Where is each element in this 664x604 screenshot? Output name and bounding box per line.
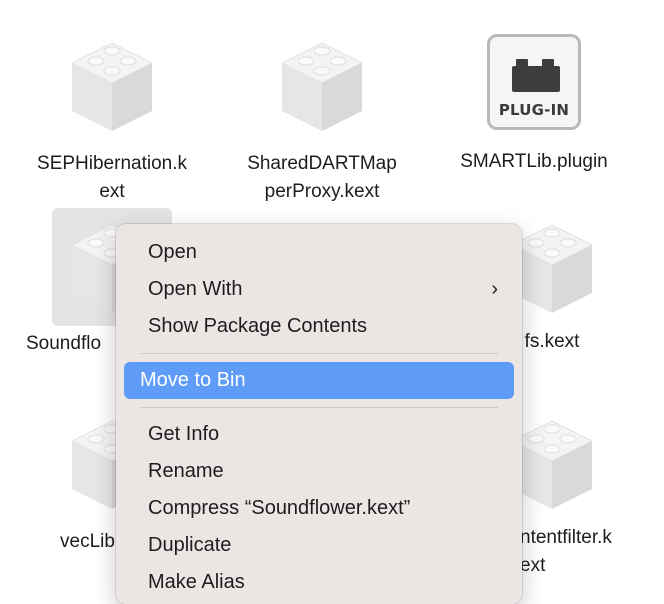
menu-item-get-info[interactable]: Get Info <box>124 416 514 453</box>
chevron-right-icon: › <box>491 278 498 300</box>
menu-item-label: Get Info <box>148 423 220 445</box>
file-name-line: ext <box>99 181 125 202</box>
menu-item-label: Duplicate <box>148 534 232 556</box>
menu-separator <box>140 407 498 408</box>
menu-item-move-to-bin[interactable]: Move to Bin <box>124 362 514 399</box>
menu-item-show-package-contents[interactable]: Show Package Contents <box>124 308 514 345</box>
menu-item-make-alias[interactable]: Make Alias <box>124 564 514 601</box>
menu-item-label: Move to Bin <box>140 369 246 391</box>
file-name-line: SharedDARTMap <box>247 153 397 174</box>
kext-bundle-icon <box>70 42 154 131</box>
menu-item-compress[interactable]: Compress “Soundflower.kext” <box>124 490 514 527</box>
file-name-line: ext <box>520 555 546 576</box>
menu-item-open[interactable]: Open <box>124 234 514 271</box>
file-smartlib-plugin[interactable]: PLUG-IN SMARTLib.plugin <box>444 22 624 176</box>
plugin-badge-label: PLUG-IN <box>498 101 570 119</box>
menu-item-label: Open With <box>148 278 243 300</box>
context-menu: Open Open With › Show Package Contents M… <box>116 224 522 604</box>
menu-item-duplicate[interactable]: Duplicate <box>124 527 514 564</box>
file-name-line: ntentfilter.k <box>520 527 612 548</box>
menu-item-label: Make Alias <box>148 571 245 593</box>
file-name-line: perProxy.kext <box>264 181 380 202</box>
kext-bundle-icon <box>280 42 364 131</box>
menu-item-rename[interactable]: Rename <box>124 453 514 490</box>
file-name-line: SMARTLib.plugin <box>460 151 608 172</box>
file-name[interactable]: SharedDARTMap perProxy.kext <box>232 150 412 206</box>
menu-item-label: Open <box>148 241 197 263</box>
file-shareddartmapperproxy[interactable]: SharedDARTMap perProxy.kext <box>232 26 412 206</box>
menu-item-label: Rename <box>148 460 224 482</box>
file-sephibernation[interactable]: SEPHibernation.k ext <box>22 26 202 206</box>
file-name[interactable]: SEPHibernation.k ext <box>22 150 202 206</box>
menu-separator <box>140 353 498 354</box>
menu-item-label: Show Package Contents <box>148 315 368 337</box>
plugin-icon: PLUG-IN <box>474 22 594 142</box>
kext-icon <box>52 26 172 144</box>
brick-icon <box>512 59 560 92</box>
selected-file-name: Soundflo <box>26 333 102 354</box>
file-name-line: vecLib <box>60 531 115 552</box>
menu-item-open-with[interactable]: Open With › <box>124 271 514 308</box>
file-name[interactable]: SMARTLib.plugin <box>444 148 624 176</box>
menu-item-label: Compress “Soundflower.kext” <box>148 497 411 519</box>
kext-icon <box>262 26 382 144</box>
file-name-line: fs.kext <box>524 331 580 352</box>
file-name-line: SEPHibernation.k <box>37 153 187 174</box>
plugin-badge-box: PLUG-IN <box>487 34 581 130</box>
